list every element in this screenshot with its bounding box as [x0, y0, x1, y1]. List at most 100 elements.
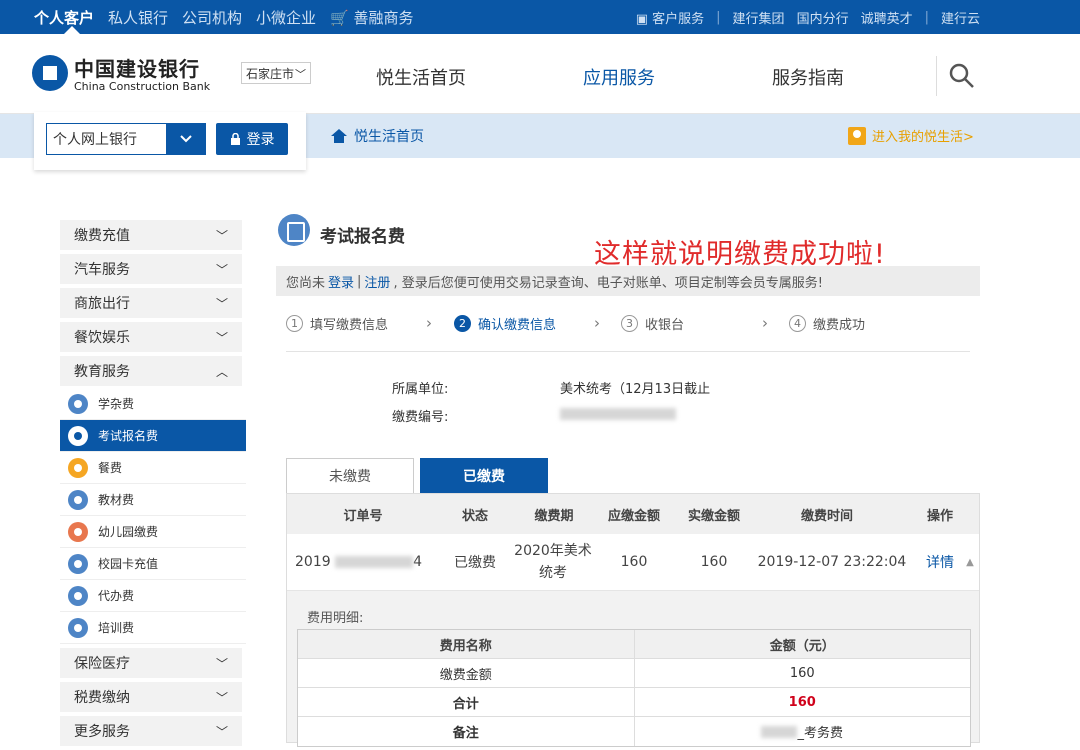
exam-fee-icon — [278, 214, 310, 246]
nav-services[interactable]: 应用服务 — [583, 64, 655, 90]
chevron-down-icon: ﹀ — [215, 724, 228, 739]
sidebar-item-label: 代办费 — [98, 589, 135, 603]
sidebar-cat-label: 缴费充值 — [74, 228, 130, 244]
fee-header-row: 费用名称 金额（元） — [298, 630, 970, 659]
top-nav-private[interactable]: 私人银行 — [108, 7, 168, 28]
unit-label: 所属单位: — [392, 382, 449, 397]
sidebar-item-agency-fee[interactable]: 代办费 — [60, 580, 246, 612]
code-label: 缴费编号: — [392, 410, 449, 425]
step-3: 3 收银台 — [621, 314, 684, 333]
user-icon — [848, 126, 866, 145]
step-number: 4 — [789, 315, 806, 332]
top-nav-personal[interactable]: 个人客户 — [34, 7, 94, 28]
book-icon — [68, 489, 88, 510]
tab-paid[interactable]: 已缴费 — [420, 458, 548, 493]
sidebar-item-meal[interactable]: 餐费 — [60, 452, 246, 484]
col-header-action: 操作 — [926, 508, 953, 524]
notice-register-link[interactable]: 注册 — [364, 272, 390, 291]
sidebar-item-label: 培训费 — [98, 621, 135, 635]
enter-my-life-link[interactable]: 进入我的悦生活> — [848, 126, 974, 145]
group-link[interactable]: 建行集团 — [733, 8, 785, 27]
fee-remark: _考务费 — [635, 717, 971, 746]
top-nav-corporate[interactable]: 公司机构 — [182, 7, 242, 28]
divider — [936, 56, 937, 96]
notice-text: 您尚未 — [286, 275, 326, 291]
fee-detail-panel: 费用明细: 费用名称 金额（元） 缴费金额 160 合计 160 备注 _考务费 — [287, 590, 979, 747]
top-nav-shanrong[interactable]: 🛒 善融商务 — [330, 7, 413, 28]
search-icon[interactable] — [948, 62, 976, 90]
nav-guide[interactable]: 服务指南 — [772, 64, 844, 90]
logo-en: China Construction Bank — [74, 80, 211, 93]
logo-text: 中国建设银行 China Construction Bank — [74, 53, 210, 93]
robot-icon: ▣ — [635, 11, 648, 27]
sidebar-cat-tax[interactable]: 税费缴纳 ﹀ — [60, 682, 242, 712]
nav-home[interactable]: 悦生活首页 — [376, 64, 466, 90]
sidebar-item-label: 幼儿园缴费 — [98, 525, 159, 539]
fee-detail-label: 费用明细: — [307, 611, 364, 626]
chevron-down-icon: ﹀ — [215, 262, 228, 277]
cart-icon: 🛒 — [330, 8, 349, 27]
sidebar-cat-auto[interactable]: 汽车服务 ﹀ — [60, 254, 242, 284]
divider: | — [716, 9, 721, 25]
unit-value: 美术统考（12月13日截止 — [560, 382, 711, 397]
chevron-down-icon: ﹀ — [215, 656, 228, 671]
orders-table: 订单号 状态 缴费期 应缴金额 实缴金额 缴费时间 操作 2019 4 已缴费 … — [286, 493, 980, 747]
period-line: 2020年美术 — [514, 543, 592, 559]
sidebar-item-kindergarten[interactable]: 幼儿园缴费 — [60, 516, 246, 548]
step-number: 2 — [454, 315, 471, 332]
top-nav-smallbiz[interactable]: 小微企业 — [256, 7, 316, 28]
city-value: 石家庄市 — [246, 66, 295, 81]
sidebar-item-training[interactable]: 培训费 — [60, 612, 246, 644]
sidebar-item-exam-fee[interactable]: 考试报名费 — [60, 420, 246, 452]
sidebar-cat-education[interactable]: 教育服务 ︿ — [60, 356, 242, 386]
sidebar-cat-label: 保险医疗 — [74, 656, 130, 672]
sidebar-item-label: 餐费 — [98, 461, 123, 475]
service-link[interactable]: ▣ 客户服务 — [636, 8, 704, 27]
card-icon — [68, 553, 88, 574]
sidebar-item-campus-card[interactable]: 校园卡充值 — [60, 548, 246, 580]
code-value-redacted — [560, 406, 676, 421]
sidebar-cat-insurance[interactable]: 保险医疗 ﹀ — [60, 648, 242, 678]
col-header-order: 订单号 — [343, 508, 383, 524]
col-header-paid: 实缴金额 — [687, 508, 740, 524]
branch-link[interactable]: 国内分行 — [797, 8, 849, 27]
login-button[interactable]: 登录 — [216, 123, 288, 155]
tab-unpaid[interactable]: 未缴费 — [286, 458, 414, 493]
order-prefix: 2019 — [295, 554, 331, 570]
collapse-icon[interactable]: ▲ — [963, 557, 977, 568]
bank-logo[interactable]: 中国建设银行 China Construction Bank — [32, 53, 210, 93]
sidebar-cat-recharge[interactable]: 缴费充值 ﹀ — [60, 220, 242, 250]
step-label: 确认缴费信息 — [478, 318, 557, 333]
sidebar-cat-label: 汽车服务 — [74, 262, 130, 278]
enter-my-life-label: 进入我的悦生活> — [872, 130, 974, 145]
order-paid: 160 — [700, 554, 728, 570]
chevron-right-icon: › — [426, 314, 432, 332]
top-nav-right: ▣ 客户服务 | 建行集团 国内分行 诚聘英才 | 建行云 — [636, 0, 980, 34]
order-number: 2019 4 — [295, 554, 435, 570]
period-line: 统考 — [539, 565, 567, 581]
sidebar-cat-dining[interactable]: 餐饮娱乐 ﹀ — [60, 322, 242, 352]
home-icon — [331, 129, 347, 143]
breadcrumb-home[interactable]: 悦生活首页 — [330, 126, 424, 146]
chevron-right-icon: › — [594, 314, 600, 332]
sidebar-item-tuition[interactable]: 学杂费 — [60, 388, 246, 420]
login-label: 登录 — [246, 132, 275, 148]
fee-name: 备注 — [298, 717, 635, 746]
sidebar-cat-more[interactable]: 更多服务 ﹀ — [60, 716, 242, 746]
sidebar-cat-label: 餐饮娱乐 — [74, 330, 130, 346]
login-type-dropdown[interactable] — [166, 123, 206, 155]
sidebar-cat-travel[interactable]: 商旅出行 ﹀ — [60, 288, 242, 318]
cloud-link[interactable]: 建行云 — [941, 8, 980, 27]
fee-amount: 160 — [789, 665, 815, 681]
detail-link[interactable]: 详情 — [915, 552, 965, 572]
fee-total-amount: 160 — [788, 694, 816, 710]
city-select[interactable]: 石家庄市 ﹀ — [241, 62, 311, 84]
step-label: 缴费成功 — [813, 318, 866, 333]
sidebar-item-textbook[interactable]: 教材费 — [60, 484, 246, 516]
careers-link[interactable]: 诚聘英才 — [861, 8, 913, 27]
person-icon — [68, 585, 88, 606]
service-label: 客户服务 — [652, 11, 705, 27]
step-label: 收银台 — [645, 318, 685, 333]
notice-login-link[interactable]: 登录 — [328, 272, 354, 291]
notice-text: , 登录后您便可使用交易记录查询、电子对账单、项目定制等会员专属服务! — [393, 275, 823, 291]
